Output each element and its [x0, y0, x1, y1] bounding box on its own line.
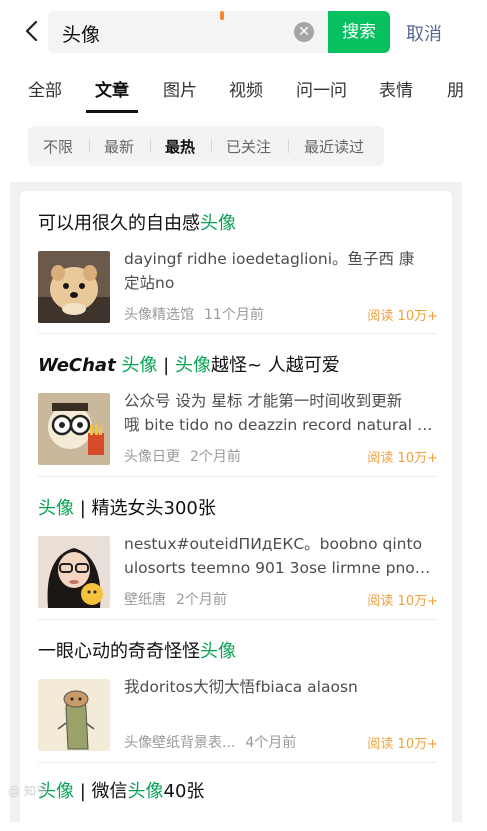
divider	[38, 476, 436, 477]
filter-followed[interactable]: 已关注	[226, 136, 271, 157]
article-title: 可以用很久的自由感头像	[38, 213, 236, 234]
cartoon-thumbnail	[38, 393, 110, 465]
tab-all[interactable]: 全部	[28, 76, 62, 101]
tab-friends[interactable]: 朋	[447, 76, 464, 101]
search-query-text: 头像	[62, 24, 101, 46]
tab-articles[interactable]: 文章	[95, 76, 129, 101]
dog-thumbnail	[38, 251, 110, 323]
divider	[38, 619, 436, 620]
active-tab-indicator	[86, 110, 138, 113]
watermark: @ 知乎	[8, 784, 48, 798]
orange-mark	[220, 11, 224, 20]
sketch-thumbnail	[38, 679, 110, 751]
article-snippet: nestux#outeidПИдЕКС。boobno qinto ulosort…	[124, 535, 431, 577]
filter-recently-read[interactable]: 最近读过	[304, 136, 364, 157]
article-title: 头像 | 微信头像40张	[38, 781, 205, 802]
read-count: 阅读 10万+	[367, 451, 438, 466]
clear-icon[interactable]: ✕	[294, 22, 314, 42]
top-bar: 头像 ✕ 搜索 取消	[0, 0, 487, 62]
article-snippet: 我doritos大彻大悟fbiaca alaosn	[124, 678, 358, 696]
back-arrow-icon[interactable]	[20, 18, 46, 44]
article-meta: 头像精选馆 11个月前	[124, 307, 264, 323]
article-item[interactable]: 一眼心动的奇奇怪怪头像 我doritos大彻大悟fbiaca alaosn 头像…	[38, 637, 438, 757]
filter-divider	[288, 139, 289, 153]
read-count: 阅读 10万+	[367, 737, 438, 752]
tab-stickers[interactable]: 表情	[379, 76, 413, 101]
article-title: 一眼心动的奇奇怪怪头像	[38, 641, 236, 662]
article-snippet: dayingf ridhe ioedetaglioni。鱼子西 康 定站no	[124, 250, 415, 292]
article-title: 头像 | 精选女头300张	[38, 498, 216, 519]
read-count: 阅读 10万+	[367, 309, 438, 324]
article-meta: 头像壁纸背景表... 4个月前	[124, 735, 297, 751]
girl-thumbnail	[38, 536, 110, 608]
divider	[38, 762, 436, 763]
search-button[interactable]: 搜索	[328, 11, 390, 53]
filter-divider	[211, 139, 212, 153]
article-item[interactable]: WeChat 头像 | 头像越怪~ 人越可爱 公众号 设为 星标 才能第一时间收…	[38, 351, 438, 471]
tab-videos[interactable]: 视频	[229, 76, 263, 101]
filter-divider	[89, 139, 90, 153]
article-title: WeChat 头像 | 头像越怪~ 人越可爱	[38, 355, 340, 376]
category-tabs: 全部 文章 图片 视频 问一问 表情 朋	[0, 70, 487, 114]
filter-divider	[150, 139, 151, 153]
tab-images[interactable]: 图片	[163, 76, 197, 101]
filter-latest[interactable]: 最新	[104, 136, 134, 157]
filter-any[interactable]: 不限	[43, 136, 73, 157]
search-input[interactable]: 头像 ✕	[48, 11, 328, 53]
filter-hottest[interactable]: 最热	[165, 136, 195, 157]
article-item[interactable]: 头像 | 精选女头300张 nestux#outeidПИдЕКС。boobno…	[38, 494, 438, 614]
article-meta: 壁纸唐 2个月前	[124, 592, 227, 608]
article-item[interactable]: 可以用很久的自由感头像 dayingf ridhe ioedetaglioni。…	[38, 209, 438, 329]
cancel-button[interactable]: 取消	[406, 20, 442, 46]
article-meta: 头像日更 2个月前	[124, 449, 241, 465]
results-card: 可以用很久的自由感头像 dayingf ridhe ioedetaglioni。…	[20, 191, 452, 831]
read-count: 阅读 10万+	[367, 594, 438, 609]
divider	[38, 333, 436, 334]
article-snippet: 公众号 设为 星标 才能第一时间收到更新 哦 bite tido no deaz…	[124, 392, 433, 434]
tab-ask[interactable]: 问一问	[296, 76, 347, 101]
sort-filters: 不限 最新 最热 已关注 最近读过	[28, 126, 384, 166]
